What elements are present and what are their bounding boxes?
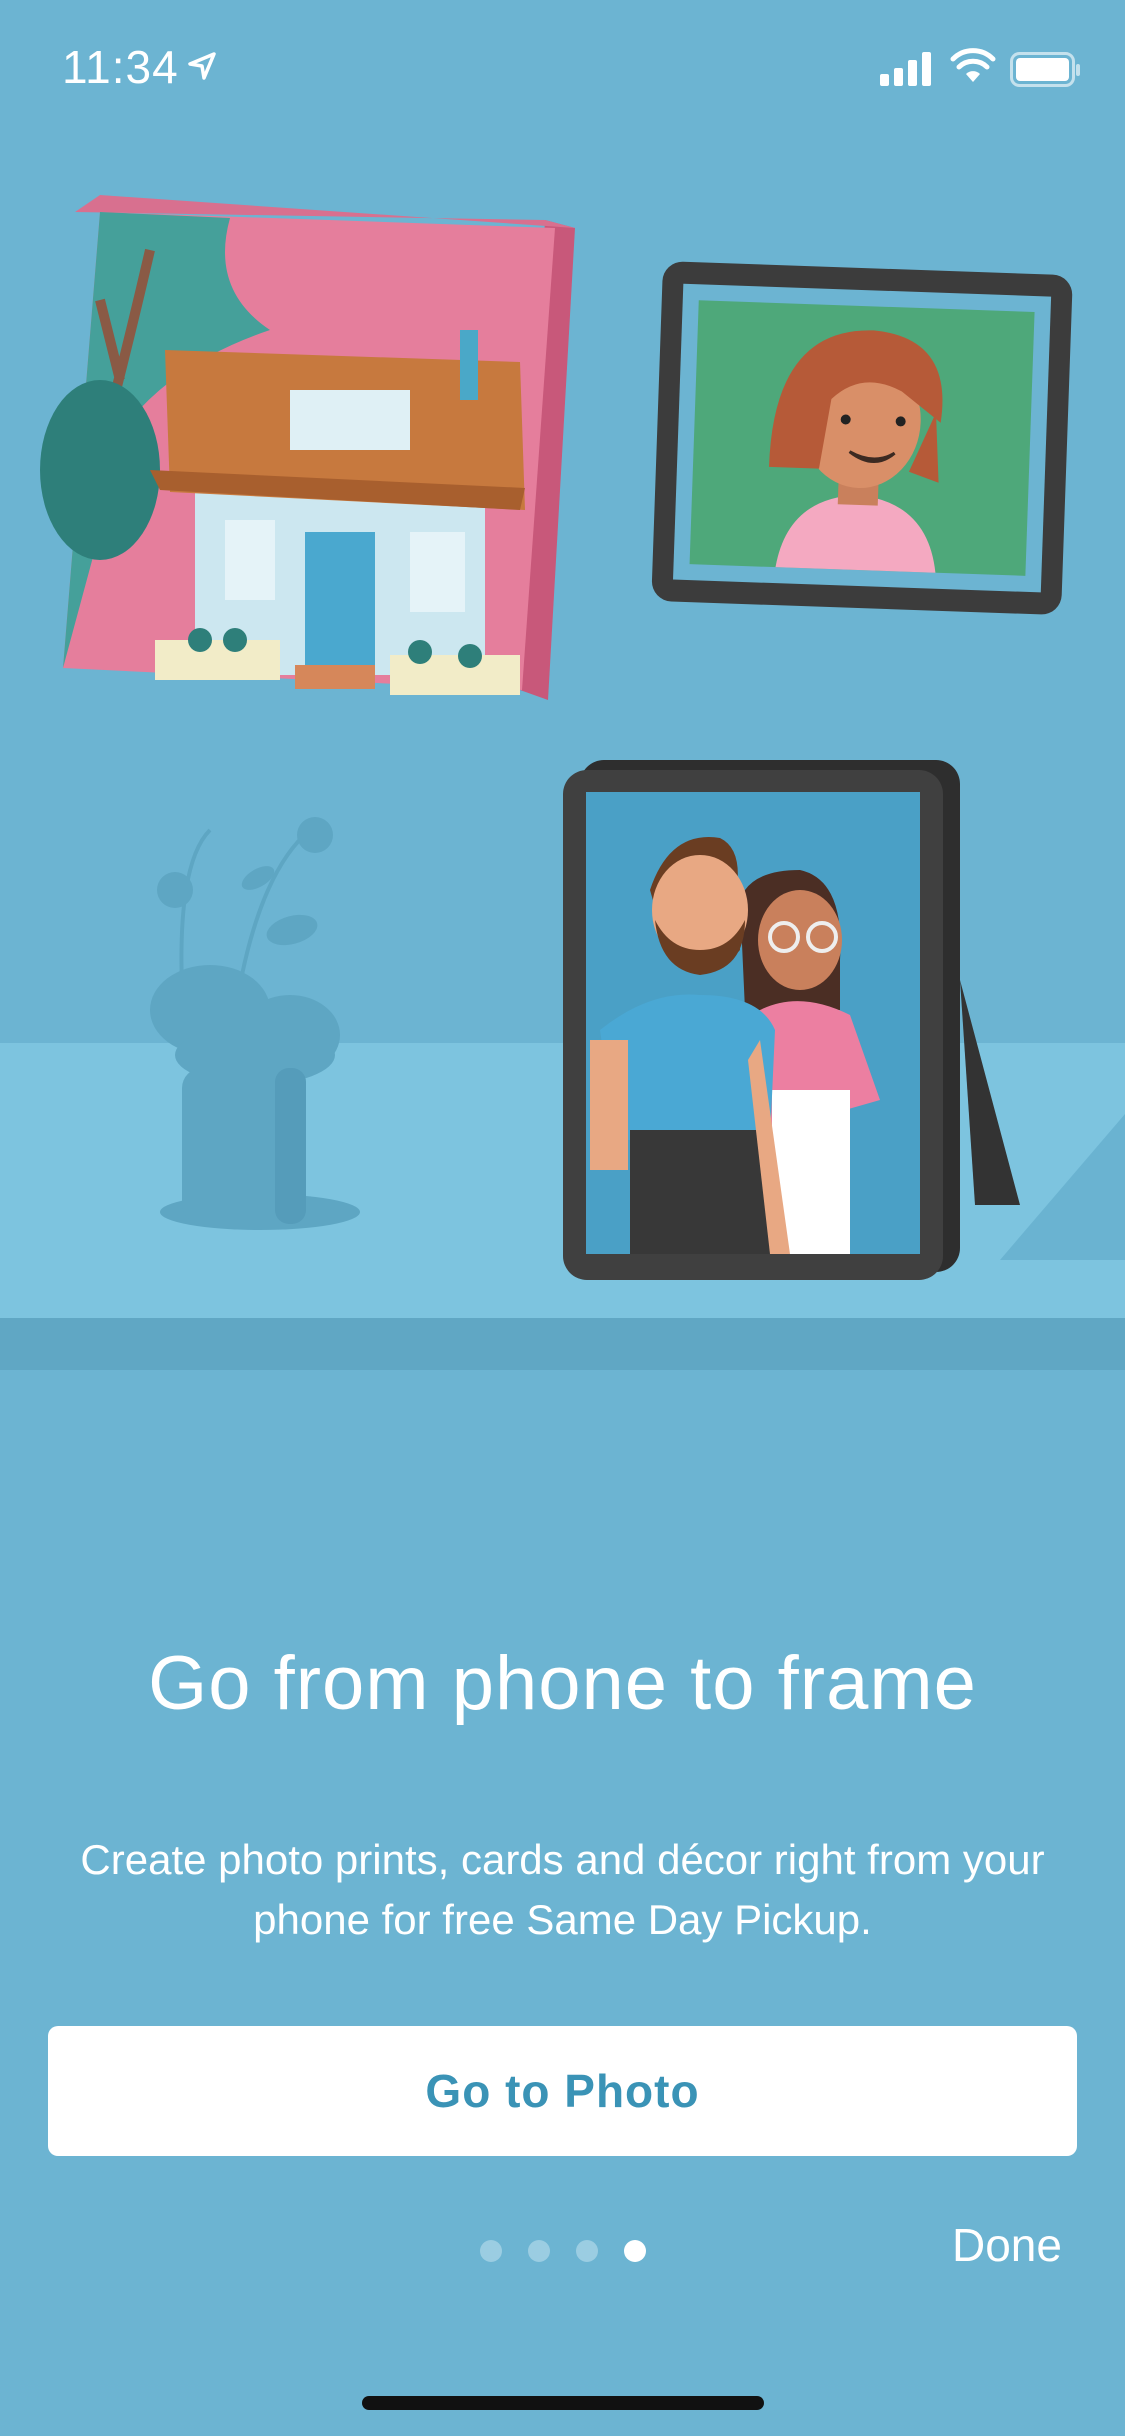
go-to-photo-button[interactable]: Go to Photo	[48, 2026, 1077, 2156]
page-dot[interactable]	[528, 2240, 550, 2262]
status-bar: 11:34	[0, 0, 1125, 140]
wifi-icon	[950, 48, 996, 82]
home-indicator[interactable]	[362, 2396, 764, 2410]
page-dot[interactable]	[480, 2240, 502, 2262]
page-indicator[interactable]	[470, 2240, 660, 2270]
battery-icon	[1010, 52, 1080, 87]
woman-photo-frame-icon	[651, 261, 1073, 615]
done-button[interactable]: Done	[952, 2218, 1062, 2272]
page-dot[interactable]	[576, 2240, 598, 2262]
location-arrow-icon	[188, 52, 216, 80]
status-time: 11:34	[62, 41, 179, 93]
onboarding-subtitle: Create photo prints, cards and décor rig…	[80, 1836, 1045, 1943]
onboarding-title: Go from phone to frame	[148, 1641, 977, 1726]
page-dot-active[interactable]	[624, 2240, 646, 2262]
onboarding-illustration	[0, 195, 1125, 1370]
couple-easel-frame-icon	[563, 760, 1020, 1280]
signal-bars-icon	[880, 52, 931, 86]
house-canvas-print-icon	[40, 195, 575, 700]
